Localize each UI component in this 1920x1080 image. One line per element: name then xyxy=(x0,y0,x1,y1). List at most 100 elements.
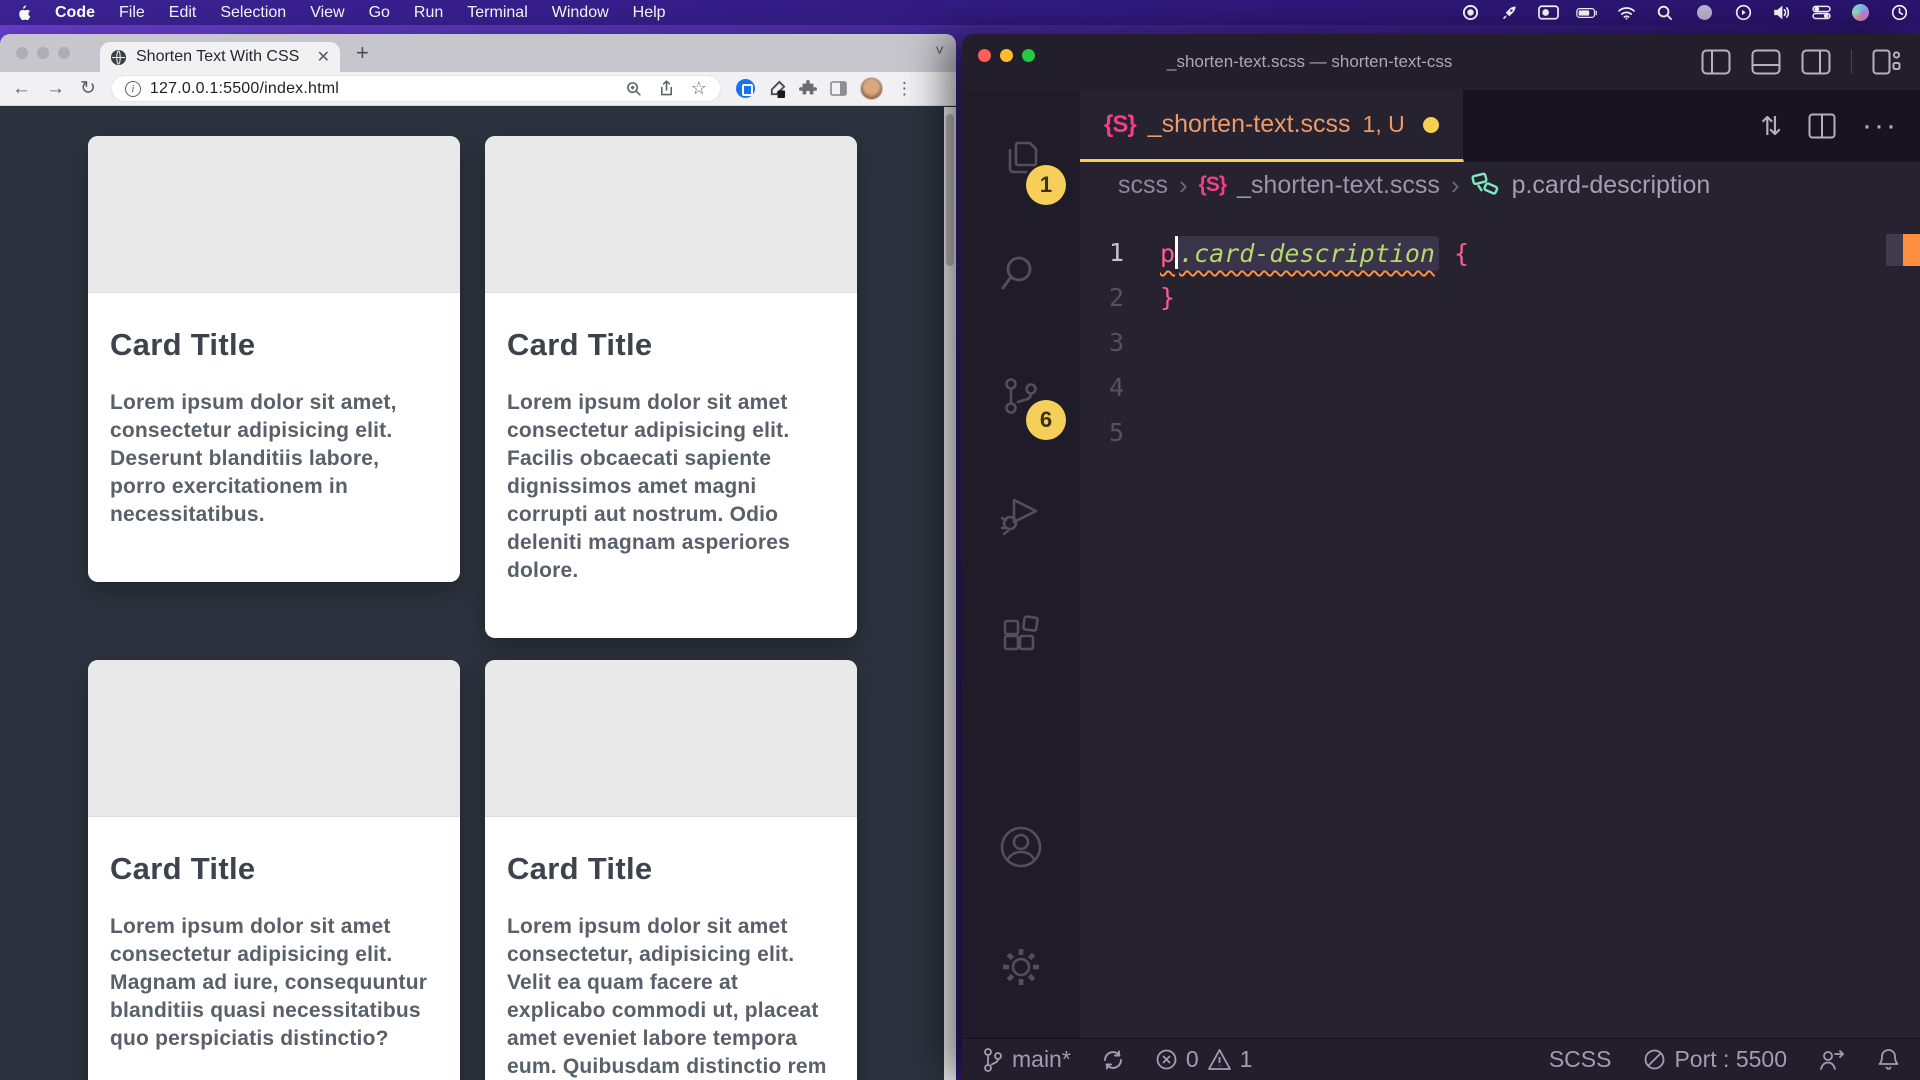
live-server-port[interactable]: Port : 5500 xyxy=(1643,1046,1787,1073)
menu-item-view[interactable]: View xyxy=(310,4,344,22)
menu-item-run[interactable]: Run xyxy=(414,4,443,22)
apple-menu-icon[interactable] xyxy=(16,4,31,22)
zoom-icon[interactable] xyxy=(626,81,642,97)
bookmark-star-icon[interactable]: ☆ xyxy=(691,78,707,99)
new-tab-button[interactable]: + xyxy=(356,40,369,66)
line-number: 1 xyxy=(1080,238,1160,267)
more-actions-icon[interactable]: ··· xyxy=(1862,109,1898,143)
toggle-secondary-sidebar-icon[interactable] xyxy=(1801,49,1831,75)
minimize-window-button[interactable] xyxy=(1000,49,1013,62)
close-window-button[interactable] xyxy=(978,49,991,62)
menu-app-name[interactable]: Code xyxy=(55,4,95,22)
site-info-icon[interactable]: i xyxy=(125,81,141,97)
chevron-right-icon: › xyxy=(1451,170,1460,201)
notifications-bell-button[interactable] xyxy=(1877,1047,1900,1072)
screen-record-icon[interactable] xyxy=(1537,4,1559,22)
git-branch-icon xyxy=(982,1047,1004,1073)
clock-icon[interactable] xyxy=(1888,4,1910,22)
menu-item-go[interactable]: Go xyxy=(369,4,390,22)
zoom-window-button[interactable] xyxy=(58,47,70,59)
reload-button[interactable]: ↻ xyxy=(80,79,96,98)
scrollbar-thumb[interactable] xyxy=(946,114,954,266)
sync-button[interactable] xyxy=(1101,1048,1125,1072)
problems-status[interactable]: 0 1 xyxy=(1155,1046,1253,1073)
menu-item-terminal[interactable]: Terminal xyxy=(467,4,527,22)
code-line[interactable]: 2 } xyxy=(1080,275,1920,320)
breadcrumb-folder[interactable]: scss xyxy=(1118,171,1168,200)
account-icon[interactable] xyxy=(962,823,1080,871)
settings-gear-icon[interactable] xyxy=(962,943,1080,991)
record-icon[interactable] xyxy=(1459,4,1481,22)
split-editor-icon[interactable] xyxy=(1808,113,1836,139)
wifi-icon[interactable] xyxy=(1615,4,1637,22)
language-mode[interactable]: SCSS xyxy=(1549,1046,1612,1073)
page-scrollbar[interactable] xyxy=(944,107,956,1080)
password-manager-extension-icon[interactable] xyxy=(736,79,755,98)
code-line[interactable]: 5 xyxy=(1080,410,1920,455)
tab-close-icon[interactable]: ✕ xyxy=(317,47,330,67)
activity-bar: 1 6 xyxy=(962,90,1080,1038)
git-branch-status[interactable]: main* xyxy=(982,1046,1071,1073)
browser-traffic-lights[interactable] xyxy=(16,47,70,59)
run-debug-icon[interactable] xyxy=(962,490,1080,536)
extensions-puzzle-icon[interactable] xyxy=(799,80,817,98)
minimize-window-button[interactable] xyxy=(37,47,49,59)
color-picker-extension-icon[interactable] xyxy=(768,80,786,98)
card-title: Card Title xyxy=(507,851,835,887)
spotlight-search-icon[interactable] xyxy=(1654,4,1676,22)
siri-icon[interactable] xyxy=(1849,4,1871,22)
toggle-sidebar-icon[interactable] xyxy=(1701,49,1731,75)
code-line[interactable]: 4 xyxy=(1080,365,1920,410)
search-icon[interactable] xyxy=(962,250,1080,296)
volume-icon[interactable] xyxy=(1771,4,1793,22)
control-center-icon[interactable] xyxy=(1810,4,1832,22)
close-window-button[interactable] xyxy=(16,47,28,59)
browser-tab[interactable]: Shorten Text With CSS ✕ xyxy=(100,42,340,72)
editor-tab-bar: {S} _shorten-text.scss 1, U ⇅ ··· xyxy=(1080,90,1920,162)
browser-menu-kebab-icon[interactable]: ⋮ xyxy=(896,79,913,99)
breadcrumb-file[interactable]: _shorten-text.scss xyxy=(1237,171,1440,200)
code-line[interactable]: 3 xyxy=(1080,320,1920,365)
do-not-disturb-icon[interactable] xyxy=(1693,4,1715,22)
warnings-icon xyxy=(1207,1048,1232,1071)
browser-viewport: Card Title Lorem ipsum dolor sit amet, c… xyxy=(0,107,956,1080)
url-text[interactable]: 127.0.0.1:5500/index.html xyxy=(150,80,339,98)
menu-item-window[interactable]: Window xyxy=(552,4,609,22)
card-title: Card Title xyxy=(110,851,438,887)
code-editor[interactable]: 1 p.card-description { 2 } 3 4 5 xyxy=(1080,208,1920,1038)
editor-tab[interactable]: {S} _shorten-text.scss 1, U xyxy=(1080,90,1464,162)
profile-avatar[interactable] xyxy=(860,77,883,100)
unsaved-changes-dot-icon[interactable] xyxy=(1423,117,1439,133)
zoom-window-button[interactable] xyxy=(1022,49,1035,62)
extensions-icon[interactable] xyxy=(962,614,1080,660)
open-changes-icon[interactable]: ⇅ xyxy=(1760,111,1782,142)
side-panel-icon[interactable] xyxy=(830,81,847,96)
feedback-button[interactable] xyxy=(1819,1048,1845,1072)
code-line[interactable]: 1 p.card-description { xyxy=(1080,230,1920,275)
vscode-window-title: _shorten-text.scss — shorten-text-css xyxy=(1167,34,1452,90)
battery-icon[interactable] xyxy=(1576,4,1598,22)
back-button[interactable]: ← xyxy=(12,79,31,98)
open-brace-token: { xyxy=(1454,239,1469,268)
tab-search-chevron-icon[interactable]: ˅ xyxy=(935,42,944,59)
menu-item-file[interactable]: File xyxy=(119,4,145,22)
play-status-icon[interactable] xyxy=(1732,4,1754,22)
toggle-panel-icon[interactable] xyxy=(1751,49,1781,75)
address-bar[interactable]: i 127.0.0.1:5500/index.html ☆ xyxy=(111,75,721,102)
card-image-placeholder xyxy=(88,660,460,817)
menu-item-selection[interactable]: Selection xyxy=(220,4,286,22)
card-description: Lorem ipsum dolor sit amet consectetur a… xyxy=(110,913,438,1053)
globe-favicon-icon xyxy=(110,49,127,66)
vscode-traffic-lights[interactable] xyxy=(978,49,1035,62)
card: Card Title Lorem ipsum dolor sit amet co… xyxy=(485,136,857,638)
forward-button[interactable]: → xyxy=(46,79,65,98)
menu-item-edit[interactable]: Edit xyxy=(169,4,197,22)
breadcrumb-symbol[interactable]: p.card-description xyxy=(1512,171,1711,200)
share-icon[interactable] xyxy=(659,80,674,97)
explorer-badge: 1 xyxy=(1026,165,1066,205)
line-number: 2 xyxy=(1080,283,1160,312)
desktop: Code File Edit Selection View Go Run Ter… xyxy=(0,0,1920,1080)
customize-layout-icon[interactable] xyxy=(1872,49,1902,75)
menu-item-help[interactable]: Help xyxy=(633,4,666,22)
rocket-icon[interactable] xyxy=(1498,4,1520,22)
